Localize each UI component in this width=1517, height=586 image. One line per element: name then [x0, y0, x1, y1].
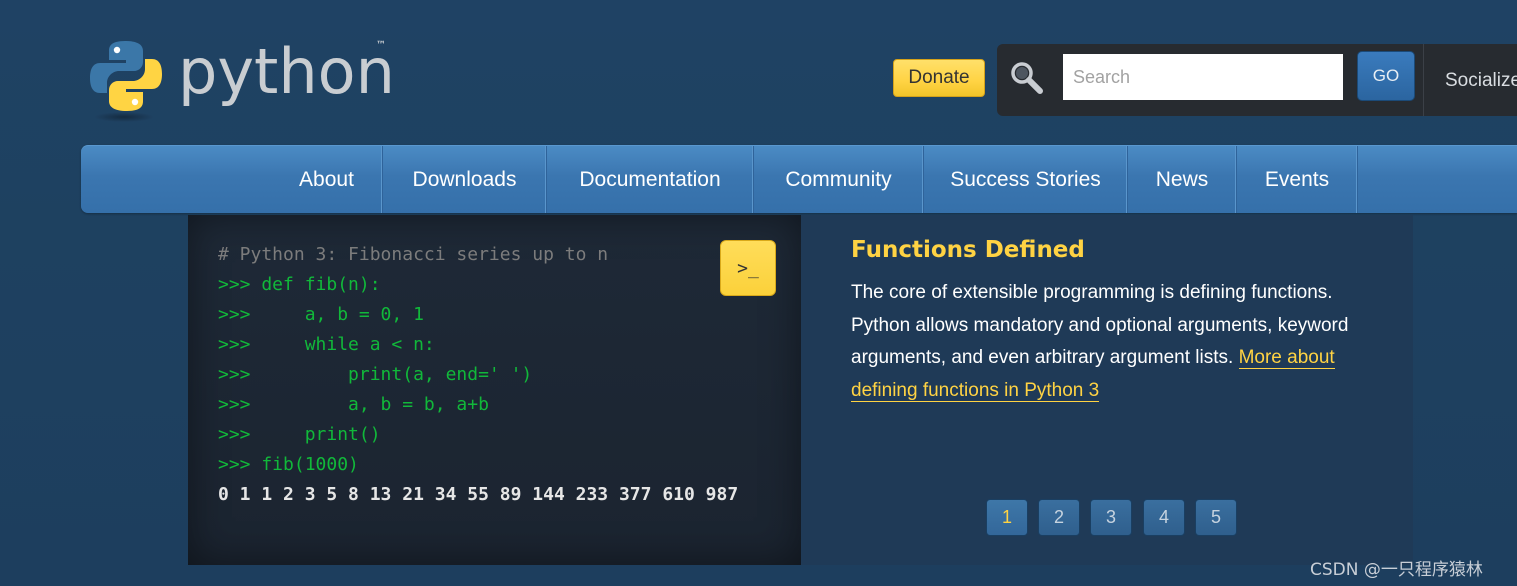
- logo-text: python: [178, 35, 395, 108]
- logo-trademark: ™: [376, 40, 386, 51]
- code-line: >>> a, b = b, a+b: [218, 394, 489, 415]
- nav-item-downloads[interactable]: Downloads: [383, 146, 547, 213]
- launch-shell-button[interactable]: >_: [720, 240, 776, 296]
- info-panel: Functions Defined The core of extensible…: [801, 215, 1413, 565]
- nav-item-events[interactable]: Events: [1237, 146, 1358, 213]
- search-bar: GO Socialize: [997, 44, 1517, 116]
- nav-item-about[interactable]: About: [271, 146, 383, 213]
- pager-button-5[interactable]: 5: [1195, 499, 1237, 536]
- code-output: 0 1 1 2 3 5 8 13 21 34 55 89 144 233 377…: [218, 484, 739, 505]
- code-panel: # Python 3: Fibonacci series up to n >>>…: [188, 215, 801, 565]
- nav-item-documentation[interactable]: Documentation: [547, 146, 754, 213]
- code-sample: # Python 3: Fibonacci series up to n >>>…: [218, 240, 738, 510]
- pager-button-1[interactable]: 1: [986, 499, 1028, 536]
- nav-item-success-stories[interactable]: Success Stories: [924, 146, 1128, 213]
- pager-button-3[interactable]: 3: [1090, 499, 1132, 536]
- logo-shadow: [94, 112, 154, 122]
- feature-title: Functions Defined: [851, 237, 1085, 263]
- code-line: >>> a, b = 0, 1: [218, 304, 424, 325]
- watermark: CSDN @一只程序猿林: [1310, 560, 1483, 580]
- code-line: # Python 3: Fibonacci series up to n: [218, 244, 609, 265]
- code-line: >>> while a < n:: [218, 334, 435, 355]
- code-line: >>> fib(1000): [218, 454, 359, 475]
- socialize-link[interactable]: Socialize: [1445, 70, 1517, 92]
- feature-description: The core of extensible programming is de…: [851, 277, 1371, 407]
- search-input[interactable]: [1063, 54, 1343, 100]
- search-icon: [1011, 62, 1043, 94]
- go-button[interactable]: GO: [1357, 51, 1415, 101]
- python-logo[interactable]: python ™: [88, 30, 408, 130]
- main-nav: About Downloads Documentation Community …: [81, 145, 1517, 213]
- search-divider: [1423, 44, 1424, 116]
- code-line: >>> print(a, end=' '): [218, 364, 533, 385]
- pager-button-4[interactable]: 4: [1143, 499, 1185, 536]
- code-line: >>> print(): [218, 424, 381, 445]
- code-line: >>> def fib(n):: [218, 274, 381, 295]
- nav-item-news[interactable]: News: [1128, 146, 1237, 213]
- donate-button[interactable]: Donate: [893, 59, 985, 97]
- pager-button-2[interactable]: 2: [1038, 499, 1080, 536]
- python-snake-icon: [90, 41, 162, 111]
- nav-item-community[interactable]: Community: [754, 146, 924, 213]
